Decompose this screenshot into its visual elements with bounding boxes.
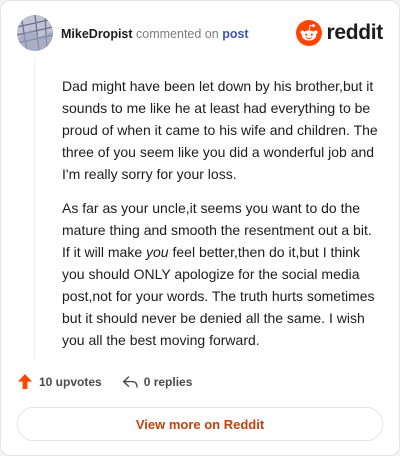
emphasized-word: you: [146, 244, 169, 260]
avatar-image: [17, 15, 53, 51]
brand-name: reddit: [326, 21, 383, 44]
comment-header: MikeDropist commented on post reddit: [17, 15, 383, 51]
action-text: commented on: [136, 27, 219, 41]
reply-count: 0 replies: [143, 374, 193, 389]
comment-paragraph-1: Dad might have been let down by his brot…: [62, 78, 378, 182]
reddit-logo[interactable]: reddit: [296, 19, 383, 47]
comment-actions: 10 upvotes 0 replies: [17, 373, 212, 390]
upvote-arrow-icon: [18, 374, 32, 389]
comment-meta: MikeDropist commented on post: [61, 26, 249, 42]
post-link[interactable]: post: [222, 27, 248, 41]
comment-paragraph-2: As far as your uncle,it seems you want t…: [62, 197, 380, 351]
reply-button[interactable]: 0 replies: [122, 374, 193, 389]
reddit-snoo-icon: [296, 20, 323, 46]
upvote-count: 10 upvotes: [39, 374, 102, 389]
thread-line: [34, 59, 35, 359]
upvote-button[interactable]: 10 upvotes: [17, 373, 102, 390]
comment-body: Dad might have been let down by his brot…: [62, 75, 380, 363]
user-avatar[interactable]: [17, 15, 53, 51]
author-name[interactable]: MikeDropist: [61, 27, 133, 41]
reply-arrow-icon: [122, 375, 138, 388]
embedded-comment-card: MikeDropist commented on post reddit Dad…: [0, 0, 400, 456]
view-more-button[interactable]: View more on Reddit: [17, 407, 383, 441]
